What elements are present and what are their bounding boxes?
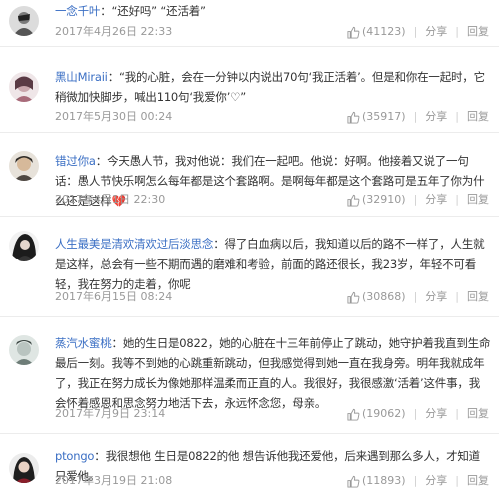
like-count[interactable]: (19062) xyxy=(362,406,406,422)
comment-actions: (30868) | 分享 | 回复 xyxy=(347,289,489,305)
share-button[interactable]: 分享 xyxy=(425,406,447,422)
reply-button[interactable]: 回复 xyxy=(467,24,489,40)
comment-date: 2017年5月30日 00:24 xyxy=(55,110,173,123)
comment-text: “还好吗” “还活着” xyxy=(111,4,206,18)
comment-meta: 2017年4月26日 22:33 (41123) | 分享 | 回复 xyxy=(55,24,499,40)
comment-date: 2017年6月15日 08:24 xyxy=(55,290,173,303)
comment-list: 一念千叶：“还好吗” “还活着” 2017年4月26日 22:33 (41123… xyxy=(0,0,499,497)
comment-item: 黑山Miraii：“我的心脏，会在一分钟以内说出70句‘我正活着’。但是和你在一… xyxy=(0,47,499,133)
reply-button[interactable]: 回复 xyxy=(467,406,489,422)
thumb-up-icon[interactable] xyxy=(347,475,360,488)
comment-date: 2017年4月1日 22:30 xyxy=(55,193,166,206)
divider: | xyxy=(455,193,459,206)
share-button[interactable]: 分享 xyxy=(425,192,447,208)
avatar[interactable] xyxy=(9,335,39,365)
avatar[interactable] xyxy=(9,151,39,181)
divider: | xyxy=(455,407,459,420)
like-count[interactable]: (35917) xyxy=(362,109,406,125)
comment-meta: 2017年3月19日 21:08 (11893) | 分享 | 回复 xyxy=(55,473,499,489)
thumb-up-icon[interactable] xyxy=(347,408,360,421)
comment-actions: (41123) | 分享 | 回复 xyxy=(347,24,489,40)
share-button[interactable]: 分享 xyxy=(425,473,447,489)
colon: ： xyxy=(111,336,124,350)
comment-actions: (19062) | 分享 | 回复 xyxy=(347,406,489,422)
comment-text: “我的心脏，会在一分钟以内说出70句‘我正活着’。但是和你在一起时，它稍微加快脚… xyxy=(55,70,485,104)
divider: | xyxy=(455,110,459,123)
divider: | xyxy=(413,193,418,206)
comment-content: 蒸汽水蜜桃：她的生日是0822，她的心脏在十三年前停止了跳动，她守护着我直到生命… xyxy=(55,333,491,413)
thumb-up-icon[interactable] xyxy=(347,194,360,207)
avatar[interactable] xyxy=(9,72,39,102)
reply-button[interactable]: 回复 xyxy=(467,289,489,305)
colon: ： xyxy=(213,237,225,251)
comment-date: 2017年7月9日 23:14 xyxy=(55,407,166,420)
colon: ： xyxy=(100,4,112,18)
divider: | xyxy=(413,290,418,303)
reply-button[interactable]: 回复 xyxy=(467,192,489,208)
colon: ： xyxy=(95,154,108,168)
comment-content: 黑山Miraii：“我的心脏，会在一分钟以内说出70句‘我正活着’。但是和你在一… xyxy=(55,67,491,107)
like-count[interactable]: (32910) xyxy=(362,192,406,208)
avatar[interactable] xyxy=(9,231,39,261)
divider: | xyxy=(413,25,418,38)
divider: | xyxy=(455,290,459,303)
comment-meta: 2017年7月9日 23:14 (19062) | 分享 | 回复 xyxy=(55,406,499,422)
divider: | xyxy=(455,25,459,38)
comment-actions: (11893) | 分享 | 回复 xyxy=(347,473,489,489)
divider: | xyxy=(413,407,418,420)
share-button[interactable]: 分享 xyxy=(425,109,447,125)
username-link[interactable]: 人生最美是清欢清欢过后淡思念 xyxy=(55,237,213,251)
divider: | xyxy=(455,474,459,487)
reply-button[interactable]: 回复 xyxy=(467,109,489,125)
like-count[interactable]: (11893) xyxy=(362,473,406,489)
username-link[interactable]: 一念千叶 xyxy=(55,4,100,18)
comment-item: ptongo：我很想他 生日是0822的他 想告诉他我还爱他，后来遇到那么多人，… xyxy=(0,434,499,497)
comment-actions: (32910) | 分享 | 回复 xyxy=(347,192,489,208)
comment-date: 2017年4月26日 22:33 xyxy=(55,25,173,38)
colon: ： xyxy=(94,449,106,463)
comment-actions: (35917) | 分享 | 回复 xyxy=(347,109,489,125)
share-button[interactable]: 分享 xyxy=(425,24,447,40)
comment-meta: 2017年5月30日 00:24 (35917) | 分享 | 回复 xyxy=(55,109,499,125)
username-link[interactable]: 黑山Miraii xyxy=(55,70,108,84)
username-link[interactable]: 蒸汽水蜜桃 xyxy=(55,336,112,350)
username-link[interactable]: 错过你a xyxy=(55,154,96,168)
comment-meta: 2017年4月1日 22:30 (32910) | 分享 | 回复 xyxy=(55,192,499,208)
comment-content: 一念千叶：“还好吗” “还活着” xyxy=(55,1,491,21)
comment-item: 一念千叶：“还好吗” “还活着” 2017年4月26日 22:33 (41123… xyxy=(0,0,499,47)
thumb-up-icon[interactable] xyxy=(347,291,360,304)
comment-content: 人生最美是清欢清欢过后淡思念：得了白血病以后，我知道以后的路不一样了，人生就是这… xyxy=(55,234,491,294)
divider: | xyxy=(413,474,418,487)
avatar[interactable] xyxy=(9,6,39,36)
comment-item: 蒸汽水蜜桃：她的生日是0822，她的心脏在十三年前停止了跳动，她守护着我直到生命… xyxy=(0,317,499,434)
thumb-up-icon[interactable] xyxy=(347,111,360,124)
share-button[interactable]: 分享 xyxy=(425,289,447,305)
like-count[interactable]: (30868) xyxy=(362,289,406,305)
divider: | xyxy=(413,110,418,123)
like-count[interactable]: (41123) xyxy=(362,24,406,40)
comment-date: 2017年3月19日 21:08 xyxy=(55,474,173,487)
thumb-up-icon[interactable] xyxy=(347,26,360,39)
reply-button[interactable]: 回复 xyxy=(467,473,489,489)
colon: ： xyxy=(107,70,120,84)
comment-item: 人生最美是清欢清欢过后淡思念：得了白血病以后，我知道以后的路不一样了，人生就是这… xyxy=(0,217,499,317)
comment-meta: 2017年6月15日 08:24 (30868) | 分享 | 回复 xyxy=(55,289,499,305)
avatar[interactable] xyxy=(9,453,39,483)
username-link[interactable]: ptongo xyxy=(55,449,94,463)
comment-item: 错过你a：今天愚人节，我对他说：我们在一起吧。他说：好啊。他接着又说了一句话：愚… xyxy=(0,133,499,217)
